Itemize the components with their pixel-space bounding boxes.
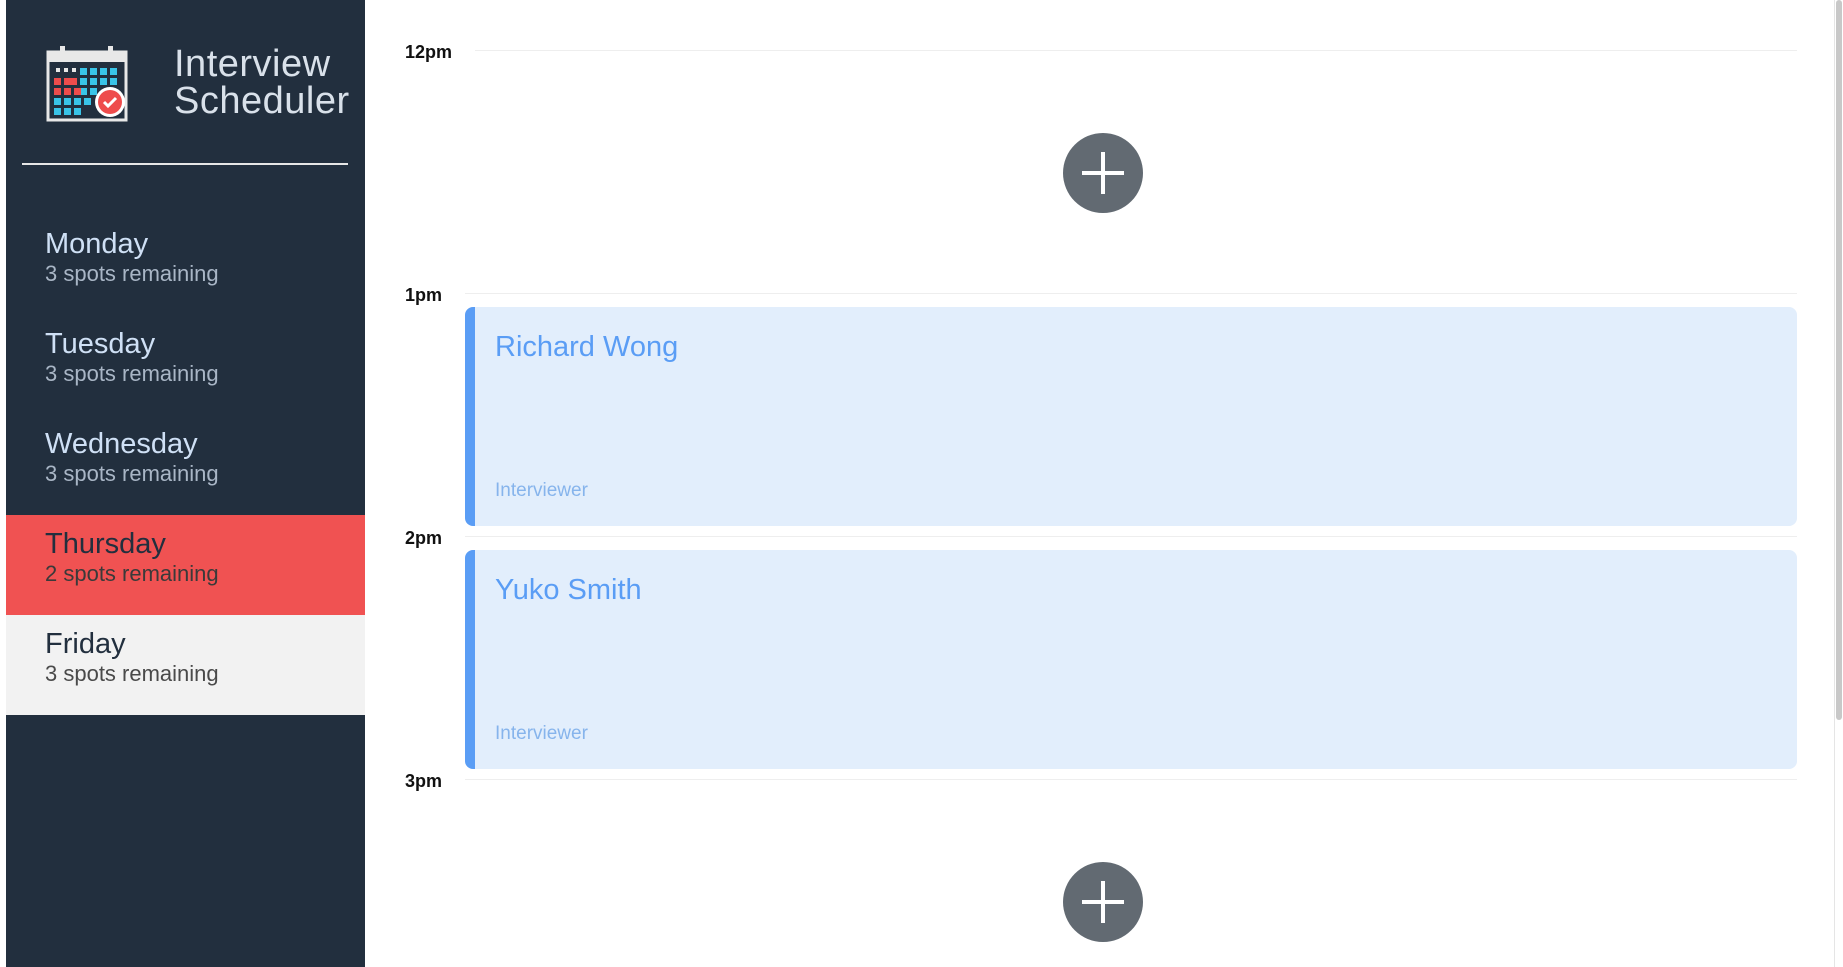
time-label-3pm: 3pm xyxy=(405,771,443,791)
app-title: Interview Scheduler xyxy=(174,43,350,122)
app-title-line1: Interview xyxy=(174,43,331,85)
appointment-student: Yuko Smith xyxy=(495,574,642,606)
day-name: Thursday xyxy=(45,528,166,560)
appointment-card[interactable]: Richard Wong Interviewer xyxy=(465,307,1797,526)
day-name: Friday xyxy=(45,628,126,660)
appointment-interviewer-label: Interviewer xyxy=(495,480,588,501)
time-label-1pm: 1pm xyxy=(405,285,443,305)
hour-line xyxy=(465,536,1797,537)
app-title-line2: Scheduler xyxy=(174,80,350,122)
time-label-2pm: 2pm xyxy=(405,528,443,548)
add-appointment-button[interactable] xyxy=(1063,862,1143,942)
sidebar-divider xyxy=(22,163,348,165)
sidebar-edge xyxy=(0,0,6,967)
day-spots: 3 spots remaining xyxy=(45,361,219,386)
add-appointment-button[interactable] xyxy=(1063,133,1143,213)
day-name: Monday xyxy=(45,228,149,260)
appointment-student: Richard Wong xyxy=(495,331,679,363)
hour-line xyxy=(475,50,1797,51)
appointment-interviewer-label: Interviewer xyxy=(495,723,588,744)
day-item-thursday[interactable]: Thursday 2 spots remaining xyxy=(6,515,365,615)
app-logo: Interview Scheduler xyxy=(46,44,349,124)
sidebar: Interview Scheduler Monday 3 spots remai… xyxy=(0,0,365,967)
day-spots: 3 spots remaining xyxy=(45,661,219,686)
schedule: 12pm 1pm Richard Wong Interviewer 2pm Yu… xyxy=(365,0,1843,967)
day-spots: 3 spots remaining xyxy=(45,261,219,286)
vertical-scrollbar[interactable] xyxy=(1834,0,1843,967)
day-name: Wednesday xyxy=(45,428,198,460)
hour-line xyxy=(465,779,1797,780)
appointment-card[interactable]: Yuko Smith Interviewer xyxy=(465,550,1797,769)
calendar-icon xyxy=(46,46,128,122)
time-label-12pm: 12pm xyxy=(405,42,453,62)
day-name: Tuesday xyxy=(45,328,156,360)
day-spots: 3 spots remaining xyxy=(45,461,219,486)
day-item-tuesday[interactable]: Tuesday 3 spots remaining xyxy=(6,315,365,415)
day-spots: 2 spots remaining xyxy=(45,561,219,586)
scrollbar-thumb[interactable] xyxy=(1836,0,1842,720)
hour-line xyxy=(465,293,1797,294)
day-item-monday[interactable]: Monday 3 spots remaining xyxy=(6,215,365,315)
day-item-wednesday[interactable]: Wednesday 3 spots remaining xyxy=(6,415,365,515)
day-item-friday[interactable]: Friday 3 spots remaining xyxy=(6,615,365,715)
day-list: Monday 3 spots remaining Tuesday 3 spots… xyxy=(6,215,365,715)
